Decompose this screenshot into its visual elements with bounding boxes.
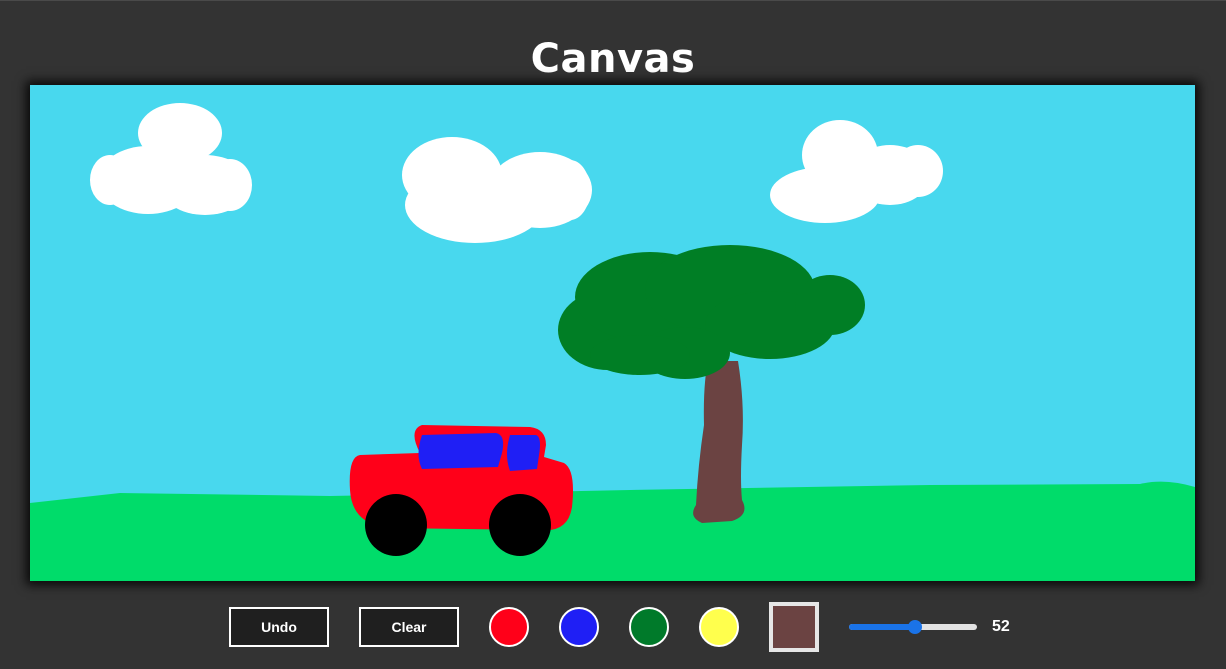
- slider-thumb[interactable]: [908, 620, 922, 634]
- drawing-canvas[interactable]: [30, 85, 1195, 581]
- undo-button[interactable]: Undo: [229, 607, 329, 647]
- color-swatch-green[interactable]: [629, 607, 669, 647]
- car-wheel-front: [365, 494, 427, 556]
- brush-size-slider[interactable]: [849, 616, 977, 638]
- color-swatch-blue[interactable]: [559, 607, 599, 647]
- current-color-preview[interactable]: [769, 602, 819, 652]
- slider-fill: [849, 624, 915, 630]
- grass: [30, 481, 1195, 581]
- toolbar: Undo Clear 52: [0, 601, 1226, 653]
- canvas-surface[interactable]: [30, 85, 1195, 581]
- color-swatch-red[interactable]: [489, 607, 529, 647]
- app-window: Canvas Undo Clear 52: [0, 0, 1226, 669]
- page-title: Canvas: [530, 36, 696, 82]
- car-window-front: [418, 433, 504, 469]
- clear-button[interactable]: Clear: [359, 607, 459, 647]
- brush-size-value: 52: [992, 618, 1010, 635]
- color-swatch-yellow[interactable]: [699, 607, 739, 647]
- car-window-rear: [507, 435, 540, 471]
- car-wheel-rear: [489, 494, 551, 556]
